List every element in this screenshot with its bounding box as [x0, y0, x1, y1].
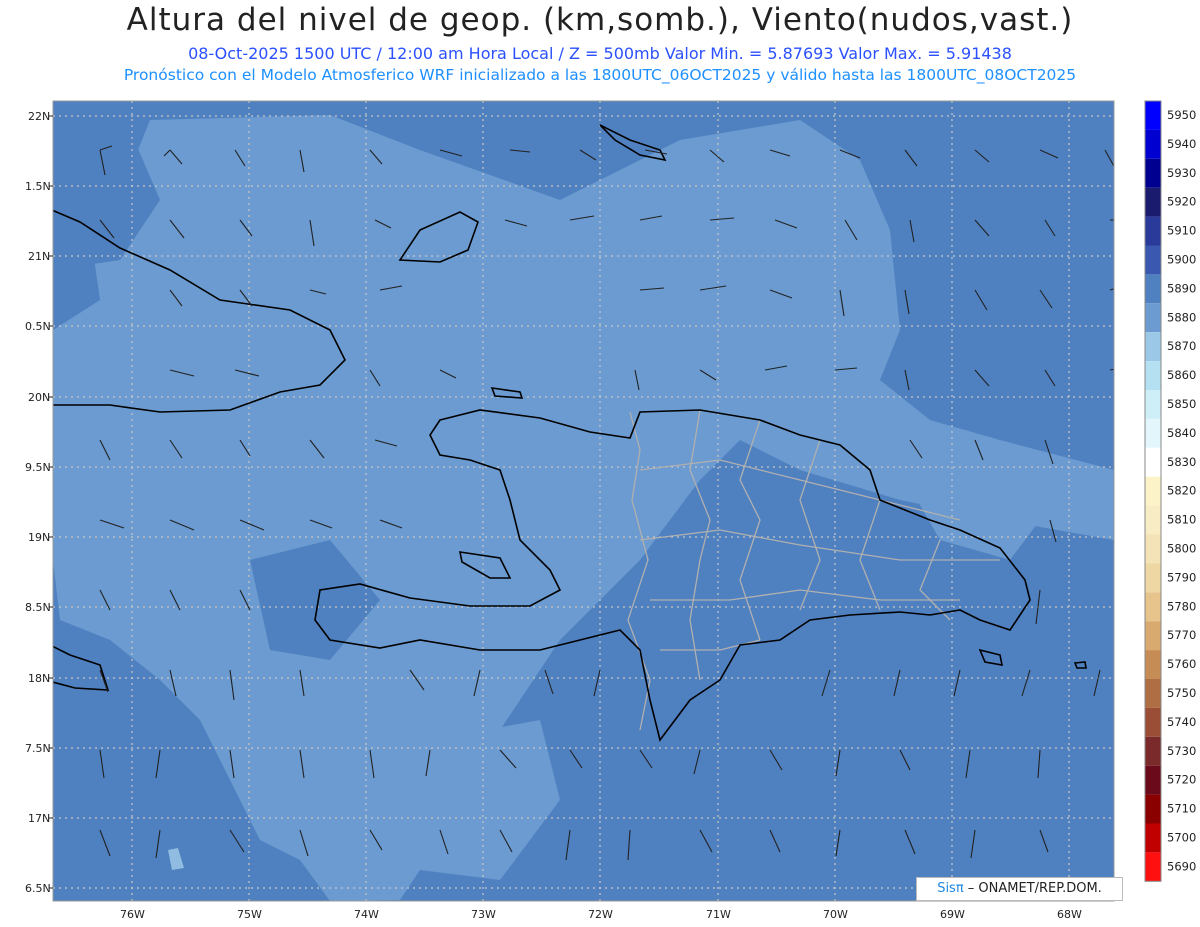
lon-labels: 76W 75W 74W 73W 72W 71W 70W 69W 68W	[120, 908, 1082, 921]
lat-tick-marks	[49, 115, 53, 889]
colorbar-swatch	[1145, 823, 1161, 853]
colorbar-swatch	[1145, 447, 1161, 477]
credit-box: Sisπ – ONAMET/REP.DOM.	[916, 877, 1123, 901]
colorbar-label: 5870	[1167, 339, 1196, 353]
colorbar-label: 5920	[1167, 195, 1196, 209]
colorbar-swatch	[1145, 274, 1161, 304]
colorbar-label: 5700	[1167, 831, 1196, 845]
colorbar-label: 5780	[1167, 599, 1196, 613]
colorbar-swatch	[1145, 361, 1161, 390]
colorbar-label: 5690	[1167, 859, 1196, 873]
colorbar-swatch	[1145, 563, 1161, 593]
colorbar-label: 5880	[1167, 310, 1196, 324]
lat-label-1: 1.5N	[25, 180, 51, 193]
colorbar-label: 5720	[1167, 773, 1196, 787]
lon-label-6: 70W	[823, 908, 848, 921]
colorbar-label: 5710	[1167, 802, 1196, 816]
map-figure: 22N 1.5N 21N 0.5N 20N 9.5N 19N 8.5N 18N …	[25, 100, 1196, 921]
credit-text: – ONAMET/REP.DOM.	[963, 881, 1102, 896]
colorbar-swatch	[1145, 129, 1161, 159]
colorbar-swatch	[1145, 592, 1161, 622]
colorbar-swatch	[1145, 158, 1161, 188]
brand-logo-text: Sisπ	[937, 881, 964, 896]
lat-label-0: 22N	[28, 110, 50, 123]
lon-label-4: 72W	[588, 908, 613, 921]
colorbar-swatch	[1145, 736, 1161, 766]
colorbar: 5950 5940 5930 5920 5910 5900 5890 5880 5870 5860…	[1144, 100, 1196, 882]
lon-label-3: 73W	[471, 908, 496, 921]
colorbar-label: 5860	[1167, 368, 1196, 382]
colorbar-swatch	[1145, 418, 1161, 448]
colorbar-label: 5760	[1167, 657, 1196, 671]
lat-label-8: 18N	[28, 672, 50, 685]
colorbar-label: 5770	[1167, 628, 1196, 642]
lon-label-5: 71W	[706, 908, 731, 921]
lon-label-8: 68W	[1057, 908, 1082, 921]
colorbar-swatch	[1145, 534, 1161, 564]
colorbar-swatch	[1145, 650, 1161, 679]
colorbar-swatch	[1145, 621, 1161, 651]
colorbar-label: 5900	[1167, 253, 1196, 267]
colorbar-swatch	[1145, 101, 1161, 130]
lat-label-4: 20N	[28, 391, 50, 404]
colorbar-label: 5830	[1167, 455, 1196, 469]
colorbar-label: 5910	[1167, 224, 1196, 238]
colorbar-label: 5930	[1167, 166, 1196, 180]
colorbar-swatch	[1145, 707, 1161, 737]
colorbar-swatch	[1145, 679, 1161, 708]
colorbar-label: 5740	[1167, 715, 1196, 729]
lon-label-2: 74W	[354, 908, 379, 921]
lat-label-5: 9.5N	[25, 461, 51, 474]
colorbar-swatch	[1145, 332, 1161, 362]
lat-labels: 22N 1.5N 21N 0.5N 20N 9.5N 19N 8.5N 18N …	[25, 110, 51, 895]
colorbar-swatch	[1145, 303, 1161, 333]
colorbar-label: 5940	[1167, 137, 1196, 151]
lat-label-2: 21N	[28, 250, 50, 263]
lat-label-11: 6.5N	[25, 882, 51, 895]
colorbar-label: 5810	[1167, 513, 1196, 527]
lat-label-9: 7.5N	[25, 742, 51, 755]
colorbar-swatch	[1145, 216, 1161, 246]
lon-label-1: 75W	[237, 908, 262, 921]
colorbar-label: 5790	[1167, 570, 1196, 584]
lon-label-0: 76W	[120, 908, 145, 921]
lon-label-7: 69W	[940, 908, 965, 921]
colorbar-swatch	[1145, 187, 1161, 217]
colorbar-label: 5730	[1167, 744, 1196, 758]
colorbar-label: 5840	[1167, 426, 1196, 440]
colorbar-label: 5800	[1167, 542, 1196, 556]
colorbar-swatch	[1145, 245, 1161, 275]
colorbar-label: 5820	[1167, 484, 1196, 498]
lat-label-10: 17N	[28, 812, 50, 825]
colorbar-swatch	[1145, 852, 1161, 882]
colorbar-swatch	[1145, 390, 1161, 419]
lat-label-7: 8.5N	[25, 601, 51, 614]
colorbar-swatch	[1145, 505, 1161, 535]
lat-label-3: 0.5N	[25, 320, 51, 333]
colorbar-swatch	[1145, 765, 1161, 795]
colorbar-label: 5750	[1167, 686, 1196, 700]
colorbar-label: 5950	[1167, 108, 1196, 122]
colorbar-label: 5850	[1167, 397, 1196, 411]
colorbar-swatch	[1145, 476, 1161, 506]
colorbar-label: 5890	[1167, 281, 1196, 295]
lat-label-6: 19N	[28, 531, 50, 544]
colorbar-swatch	[1145, 794, 1161, 824]
